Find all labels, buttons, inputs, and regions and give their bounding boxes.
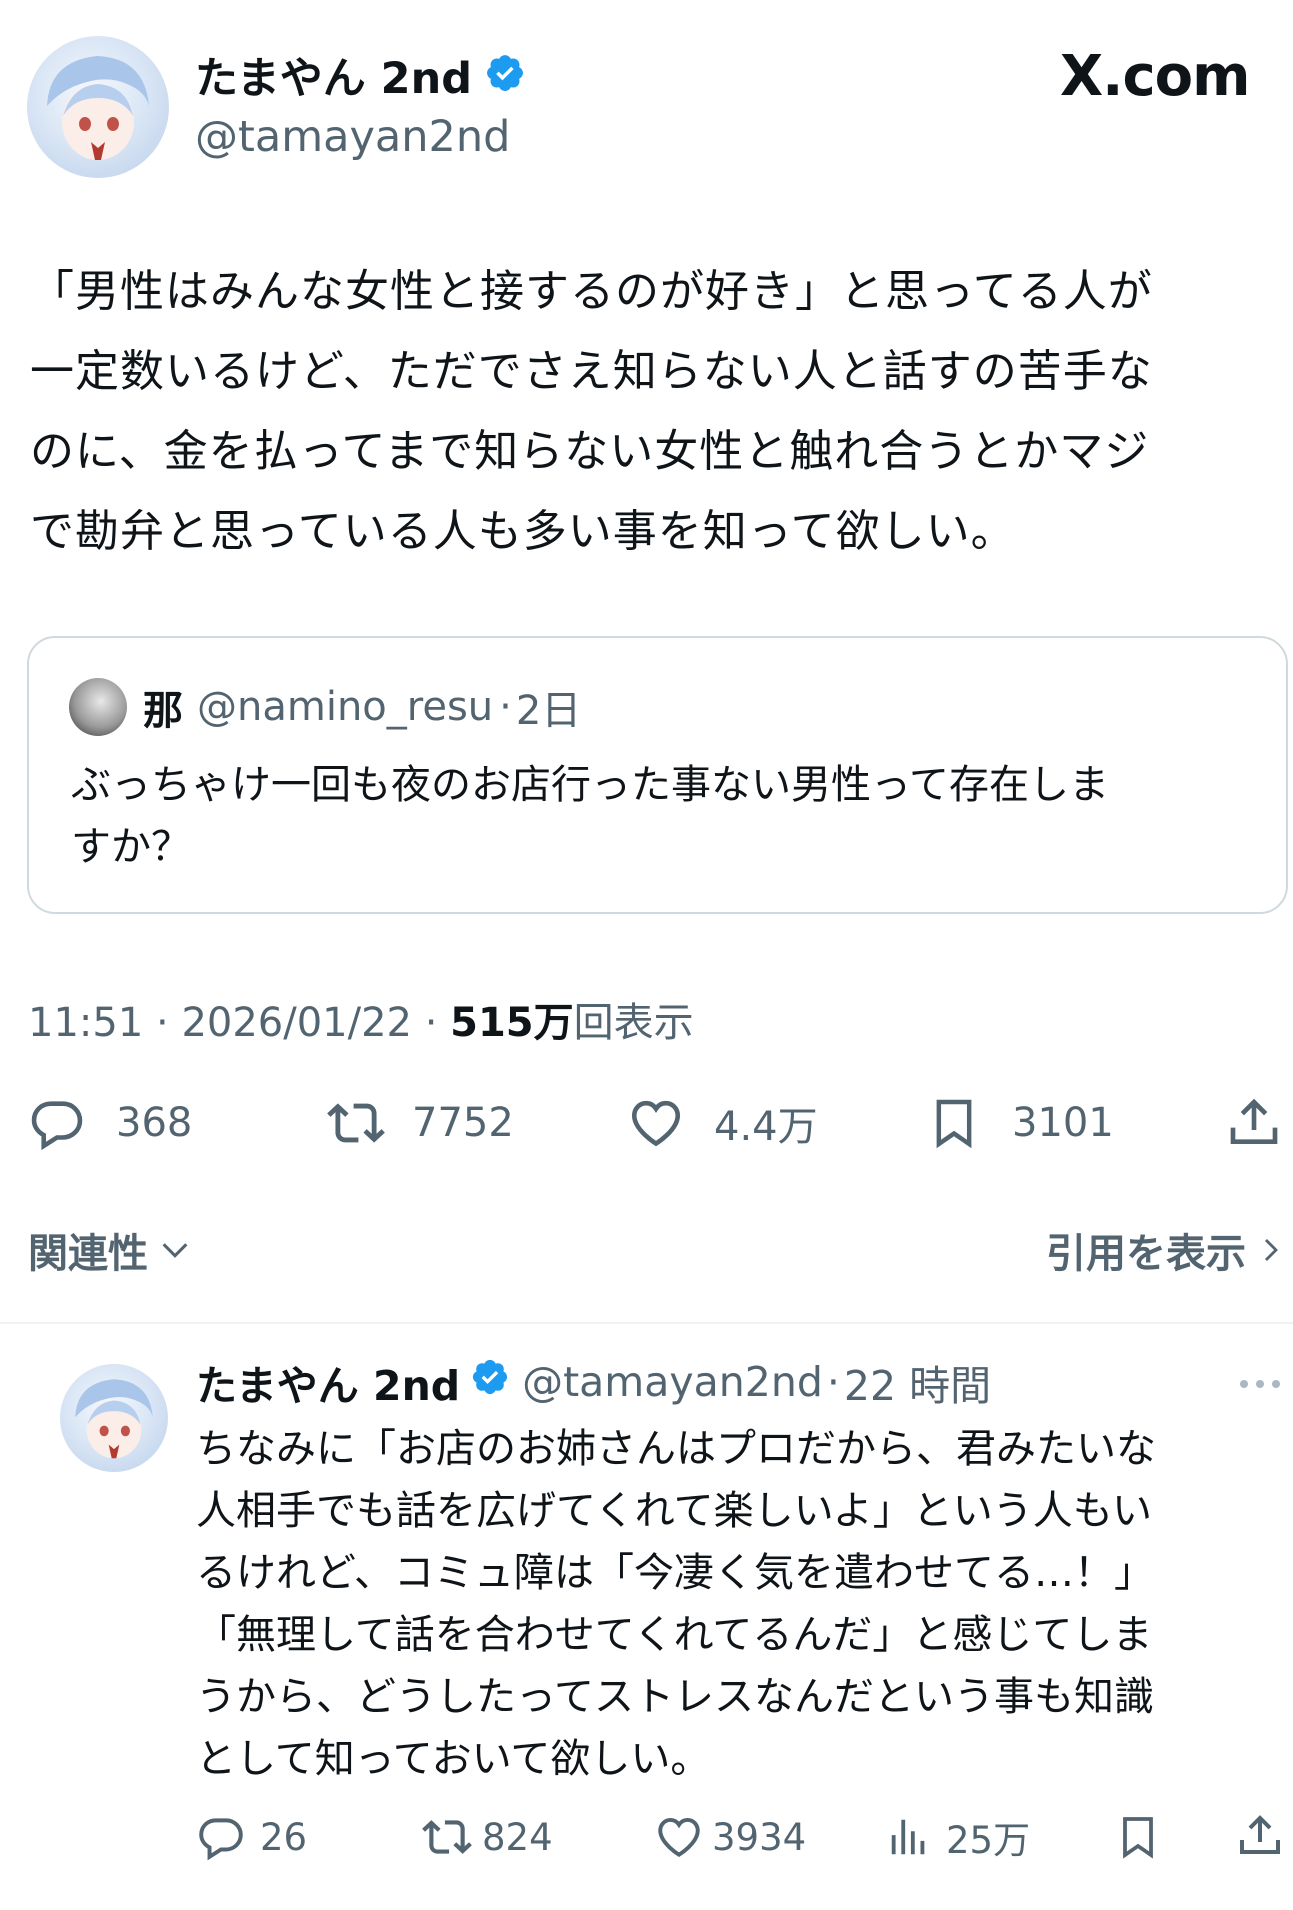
reply-like-count: 3934 [712, 1815, 807, 1859]
quoted-author-avatar [69, 678, 127, 736]
like-count: 4.4万 [714, 1104, 818, 1150]
author-handle[interactable]: @tamayan2nd [195, 112, 510, 162]
quoted-author-name: 那 [143, 688, 183, 734]
reply-count: 368 [116, 1100, 193, 1146]
chevron-right-icon [1265, 1239, 1278, 1261]
post-meta: 11:51 · 2026/01/22 · 515万回表示 [28, 990, 694, 1048]
reply-icon [199, 1818, 243, 1861]
reply-repost-count: 824 [482, 1815, 553, 1859]
author-avatar[interactable] [27, 36, 169, 178]
more-options-button[interactable] [1236, 1366, 1284, 1406]
section-divider [0, 1322, 1293, 1324]
avatar-illustration [47, 56, 149, 160]
quoted-post-text: ぶっちゃけ一回も夜のお店行った事ない男性って存在しま すか？ [71, 762, 1109, 870]
reply-repost-button[interactable]: 824 [420, 1810, 553, 1864]
quoted-author-handle: @namino_resu [197, 684, 494, 730]
bookmark-count: 3101 [1012, 1100, 1114, 1146]
reply-separator: · [826, 1358, 840, 1406]
reply-button[interactable]: 368 [28, 1092, 192, 1154]
reply-author-name[interactable]: たまやん 2nd [196, 1352, 460, 1412]
reply-views-button[interactable]: 25万 [886, 1810, 1030, 1864]
bookmark-icon [936, 1099, 972, 1149]
bookmark-icon [1123, 1817, 1153, 1859]
share-button[interactable] [1226, 1094, 1282, 1156]
repost-icon [422, 1820, 472, 1854]
quoted-separator: · [499, 684, 512, 730]
reply-reply-count: 26 [260, 1815, 308, 1859]
reply-author-handle[interactable]: @tamayan2nd [522, 1358, 823, 1406]
quoted-post-age: 2日 [515, 688, 582, 734]
chevron-down-icon [162, 1243, 188, 1258]
avatar-illustration [75, 1379, 153, 1459]
reply-bookmark-button[interactable] [1114, 1810, 1162, 1868]
post-body-text: 「男性はみんな女性と接するのが好き」と思ってる人が 一定数いるけど、ただでさえ知… [30, 266, 1153, 557]
share-icon [1230, 1098, 1278, 1144]
more-options-icon [1240, 1380, 1280, 1388]
author-display-name[interactable]: たまやん 2nd [195, 44, 472, 106]
sort-dropdown[interactable]: 関連性 [28, 1222, 192, 1278]
reply-reply-button[interactable]: 26 [196, 1810, 307, 1864]
heart-icon [658, 1817, 700, 1858]
reply-post-text: ちなみに「お店のお姉さんはプロだから、君みたいな 人相手でも話を広げてくれて楽し… [196, 1426, 1156, 1782]
x-com-watermark: X.com [1060, 44, 1250, 109]
heart-icon [631, 1100, 681, 1147]
post-time: 11:51 [28, 1000, 144, 1046]
sort-label: 関連性 [28, 1231, 148, 1277]
repost-count: 7752 [412, 1100, 514, 1146]
post-date: 2026/01/22 [181, 1000, 412, 1046]
bookmark-button[interactable]: 3101 [926, 1092, 1114, 1154]
reply-icon [31, 1101, 83, 1151]
reply-share-button[interactable] [1236, 1810, 1284, 1866]
meta-separator: · [156, 1000, 169, 1046]
meta-separator: · [424, 1000, 438, 1046]
share-icon [1240, 1815, 1280, 1854]
like-button[interactable]: 4.4万 [626, 1092, 818, 1154]
reply-like-button[interactable]: 3934 [654, 1810, 806, 1864]
verified-badge-icon [484, 52, 526, 98]
reply-post-age: 22 時間 [843, 1362, 992, 1410]
reply-view-count: 25万 [946, 1819, 1031, 1862]
quoted-post-card[interactable]: 那 @namino_resu · 2日 ぶっちゃけ一回も夜のお店行った事ない男性… [27, 636, 1288, 914]
view-quotes-label: 引用を表示 [1046, 1231, 1246, 1277]
repost-icon [327, 1103, 385, 1143]
analytics-icon [891, 1819, 925, 1855]
view-count: 515万 [450, 1000, 574, 1046]
verified-badge-icon [470, 1357, 510, 1407]
view-count-label: 回表示 [573, 1000, 694, 1046]
reply-author-avatar[interactable] [60, 1364, 168, 1472]
view-quotes-link[interactable]: 引用を表示 [1046, 1222, 1286, 1278]
repost-button[interactable]: 7752 [324, 1092, 514, 1154]
